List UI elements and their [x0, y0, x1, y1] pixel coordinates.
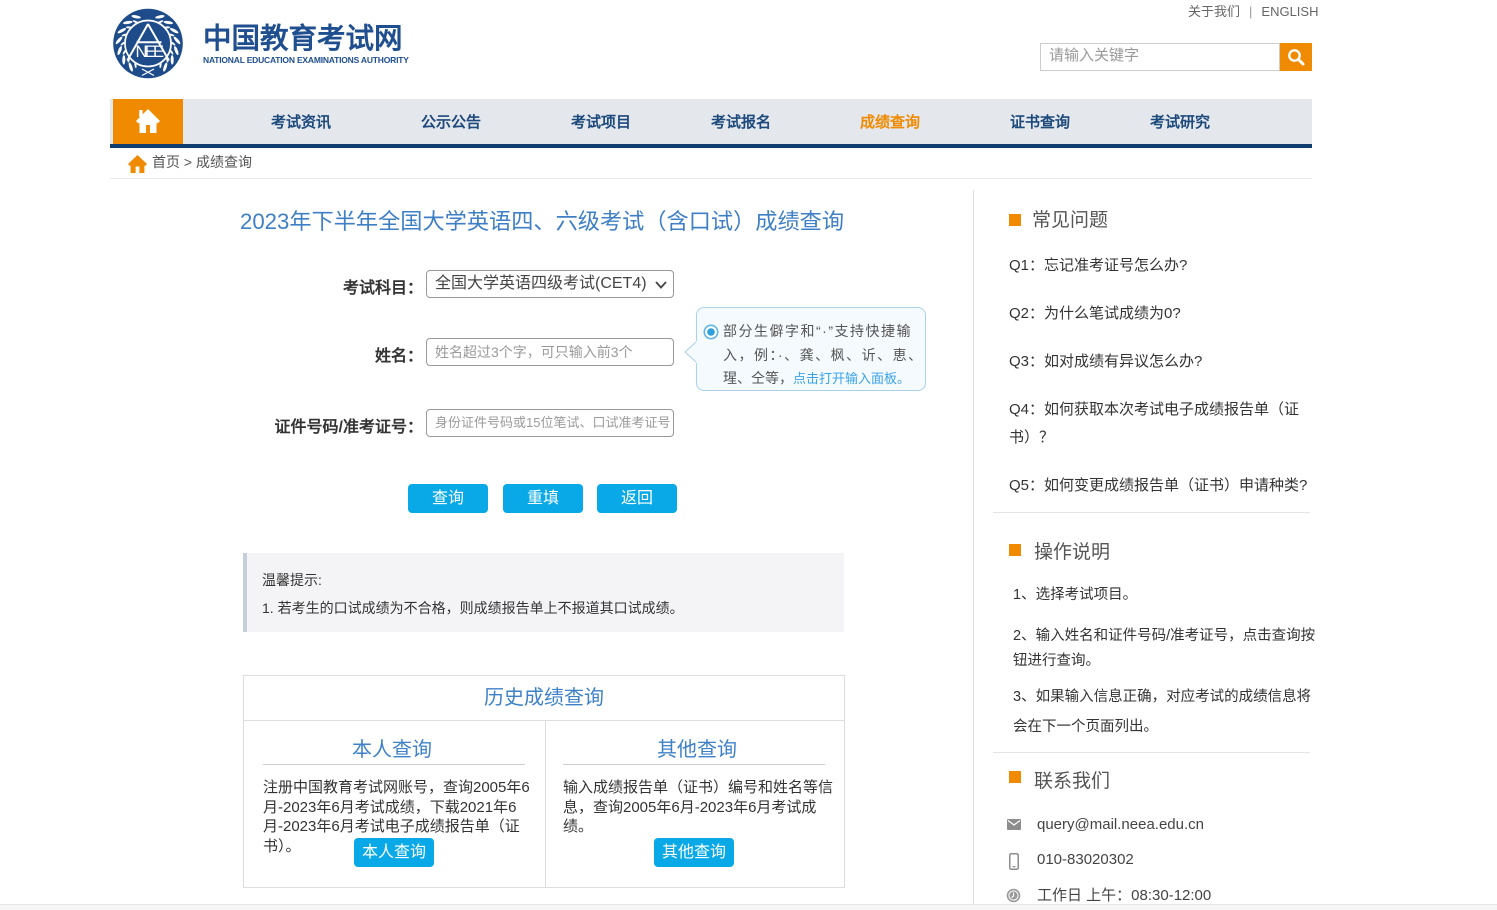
svg-text:NEE: NEE: [136, 43, 165, 61]
